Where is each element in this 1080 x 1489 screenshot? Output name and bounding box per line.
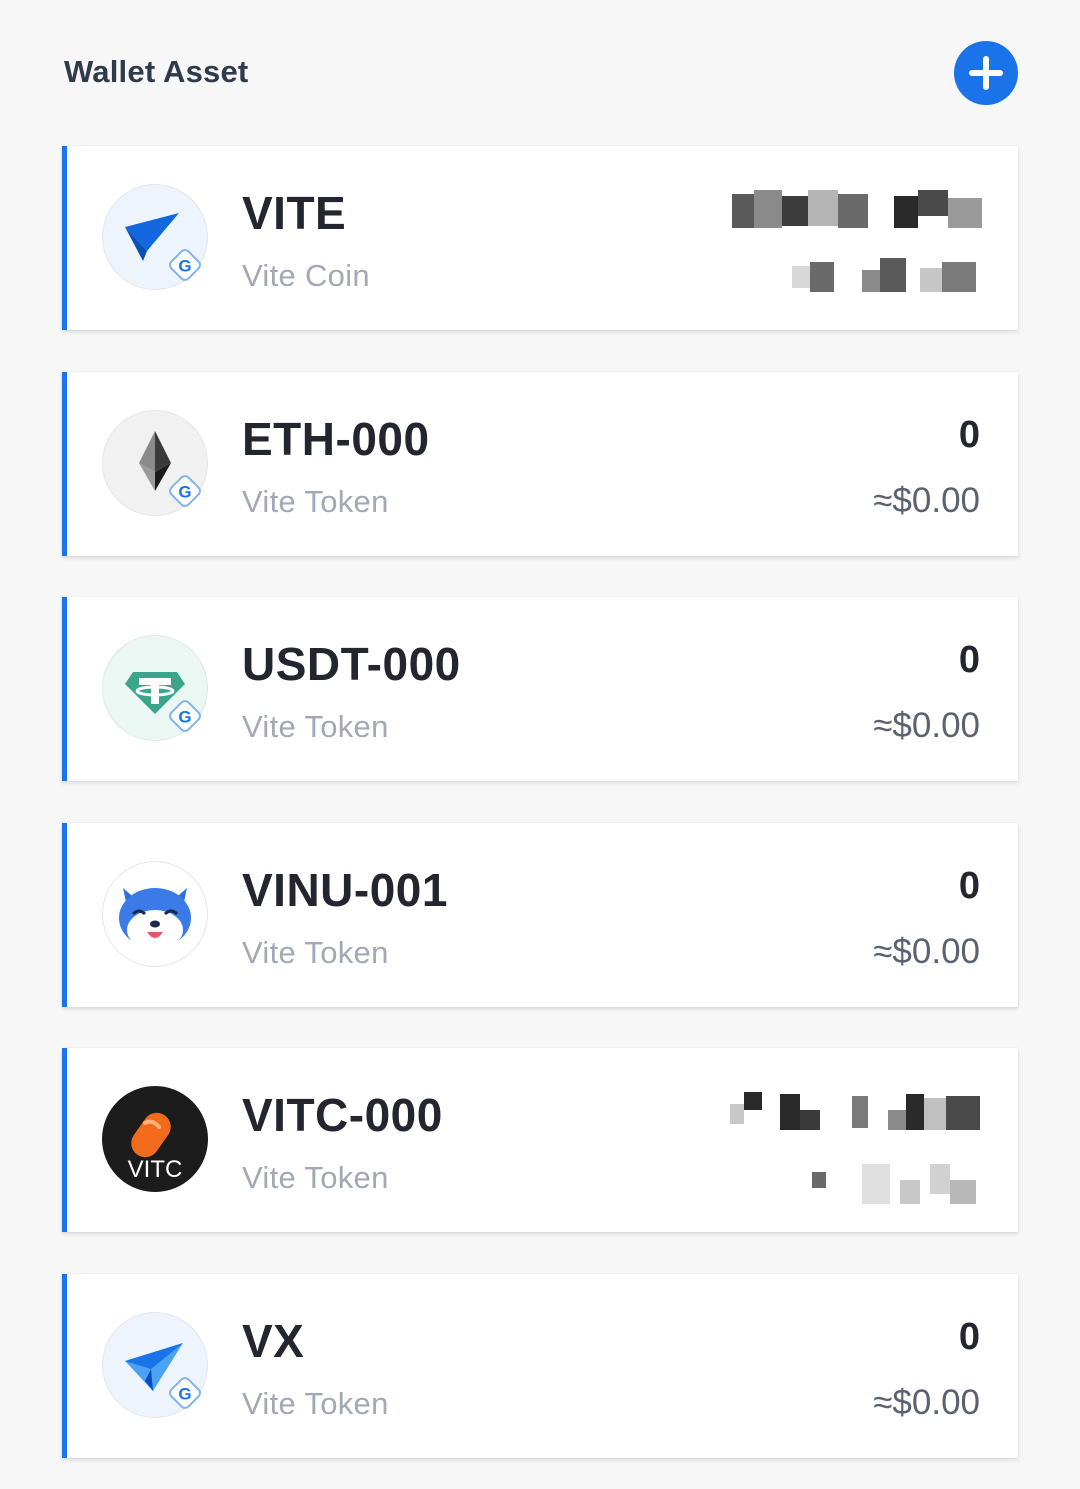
token-fiat-value: ≈$0.00 (873, 706, 980, 745)
token-logo: G (102, 410, 208, 516)
wallet-asset-page: Wallet Asset G VITE Vite Coin G ETH-000 … (0, 0, 1080, 1489)
token-fiat-value: ≈$0.00 (873, 932, 980, 971)
vitc-logo-icon: VITC (102, 1086, 208, 1192)
g-badge-icon: G (169, 1377, 201, 1409)
asset-card-vite[interactable]: G VITE Vite Coin (62, 146, 1018, 330)
asset-card-vitc-000[interactable]: VITC VITC-000 Vite Token (62, 1048, 1018, 1232)
token-symbol: VITE (242, 187, 347, 239)
wallet-asset-header: Wallet Asset (64, 40, 1018, 106)
token-type: Vite Token (242, 484, 389, 519)
vinu-logo-icon (102, 861, 208, 967)
token-fiat-value: ≈$0.00 (873, 1383, 980, 1422)
token-logo: G (102, 635, 208, 741)
token-type: Vite Token (242, 1386, 389, 1421)
obscured-fiat (812, 1164, 982, 1206)
token-logo: VITC (102, 1086, 208, 1192)
obscured-balance (730, 1090, 982, 1132)
asset-card-usdt-000[interactable]: G USDT-000 Vite Token 0 ≈$0.00 (62, 597, 1018, 781)
g-badge-letter: G (178, 708, 191, 727)
token-balance: 0 (958, 1316, 980, 1358)
g-badge-letter: G (178, 483, 191, 502)
token-balance: 0 (958, 865, 980, 907)
g-badge-icon: G (169, 475, 201, 507)
vitc-logo-text: VITC (128, 1156, 183, 1183)
token-balance: 0 (958, 639, 980, 681)
token-logo (102, 861, 208, 967)
token-type: Vite Token (242, 935, 389, 970)
token-balance: 0 (958, 414, 980, 456)
page-title: Wallet Asset (64, 54, 249, 89)
asset-card-eth-000[interactable]: G ETH-000 Vite Token 0 ≈$0.00 (62, 372, 1018, 556)
g-badge-icon: G (169, 700, 201, 732)
token-symbol: USDT-000 (242, 638, 461, 690)
g-badge-letter: G (178, 1385, 191, 1404)
g-badge-letter: G (178, 257, 191, 276)
asset-card-vinu-001[interactable]: VINU-001 Vite Token 0 ≈$0.00 (62, 823, 1018, 1007)
token-symbol: VITC-000 (242, 1089, 443, 1141)
token-logo: G (102, 184, 208, 290)
token-type: Vite Token (242, 1160, 389, 1195)
g-badge-icon: G (169, 249, 201, 281)
token-type: Vite Token (242, 709, 389, 744)
asset-card-vx[interactable]: G VX Vite Token 0 ≈$0.00 (62, 1274, 1018, 1458)
add-asset-button[interactable] (954, 41, 1018, 105)
token-fiat-value: ≈$0.00 (873, 481, 980, 520)
token-symbol: VX (242, 1315, 305, 1367)
token-symbol: VINU-001 (242, 864, 448, 916)
token-type: Vite Coin (242, 258, 370, 293)
token-logo: G (102, 1312, 208, 1418)
obscured-fiat (792, 258, 982, 298)
token-symbol: ETH-000 (242, 413, 430, 465)
obscured-balance (732, 190, 982, 232)
